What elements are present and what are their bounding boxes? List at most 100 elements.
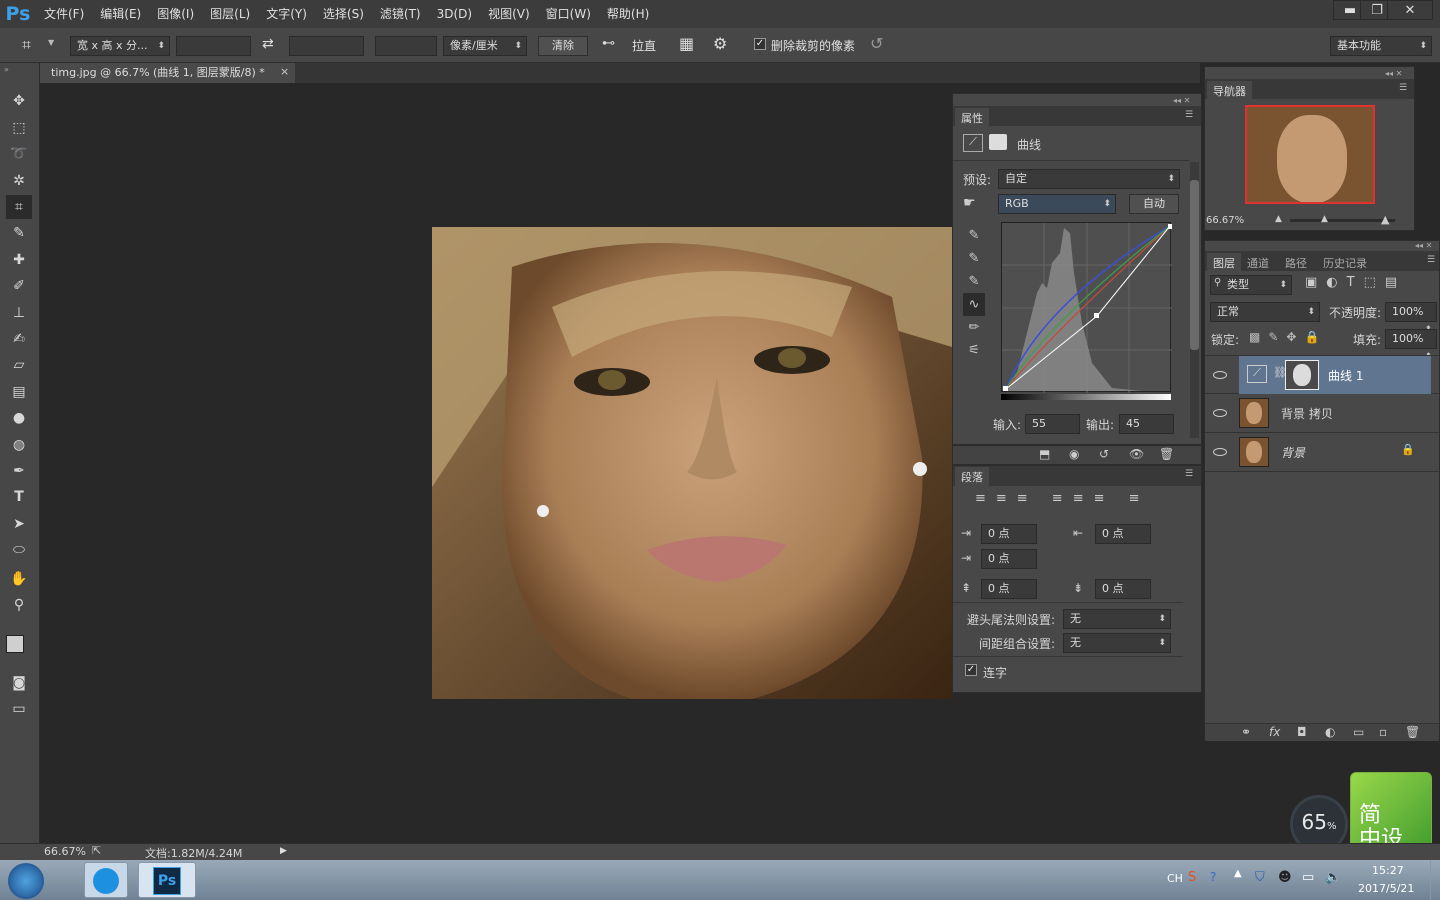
fill-input[interactable]: 100% <box>1385 329 1437 366</box>
menu-view[interactable]: 视图(V) <box>480 0 538 28</box>
visibility-eye-icon[interactable] <box>1213 371 1227 379</box>
portrait-image[interactable] <box>432 227 952 699</box>
adjustment-icon[interactable]: ◐ <box>1325 725 1335 739</box>
history-tab[interactable]: 历史记录 <box>1317 253 1373 273</box>
lasso-tool-icon[interactable]: ➰ <box>6 142 32 166</box>
straighten-icon[interactable]: ⊷ <box>602 36 615 51</box>
close-tab-icon[interactable]: × <box>280 65 289 78</box>
marquee-tool-icon[interactable]: ⬚ <box>6 116 32 140</box>
dodge-icon[interactable]: ◍ <box>6 433 32 457</box>
height-input[interactable] <box>289 36 364 56</box>
menu-layer[interactable]: 图层(L) <box>202 0 258 28</box>
visibility-icon[interactable]: 👁 <box>1129 447 1144 461</box>
link-layers-icon[interactable]: ⚭ <box>1241 725 1251 739</box>
add-mask-icon[interactable]: ◘ <box>1297 725 1307 739</box>
menu-type[interactable]: 文字(Y) <box>258 0 315 28</box>
eyedropper-icon[interactable]: ✎ <box>6 221 32 245</box>
resolution-input[interactable] <box>375 36 437 56</box>
layer-name[interactable]: 背景 拷贝 <box>1281 405 1333 422</box>
hand-tool-icon[interactable]: ✋ <box>6 567 32 591</box>
pen-icon[interactable]: ✒ <box>6 459 32 483</box>
gray-eyedropper-icon[interactable]: ✎ <box>963 247 985 270</box>
quick-mask-icon[interactable]: ◙ <box>6 671 32 695</box>
mask-icon[interactable] <box>989 134 1007 150</box>
clock-time[interactable]: 15:27 <box>1372 864 1404 877</box>
smooth-icon[interactable]: ⚟ <box>963 339 985 362</box>
unit-select[interactable]: 像素/厘米 <box>443 36 527 56</box>
taskbar-app-photoshop[interactable]: Ps <box>138 862 196 898</box>
clip-icon[interactable]: ⬒ <box>1039 447 1050 461</box>
menu-edit[interactable]: 编辑(E) <box>92 0 149 28</box>
reset-icon[interactable]: ↺ <box>870 34 883 53</box>
width-input[interactable] <box>176 36 251 56</box>
qq-icon[interactable]: ☻ <box>1278 870 1292 885</box>
black-eyedropper-icon[interactable]: ✎ <box>963 224 985 247</box>
scrollbar[interactable] <box>1190 162 1199 438</box>
type-tool-icon[interactable]: T <box>6 485 32 509</box>
curve-point-icon[interactable]: ∿ <box>963 293 985 316</box>
properties-tab[interactable]: 属性 <box>955 108 989 128</box>
sogou-icon[interactable]: S <box>1188 870 1196 885</box>
language-indicator[interactable]: CH <box>1167 872 1183 885</box>
zoom-in-icon[interactable]: ▲ <box>1381 213 1389 226</box>
collapse-icon[interactable]: ◂◂ ✕ <box>1173 96 1190 105</box>
menu-file[interactable]: 文件(F) <box>36 0 92 28</box>
zoom-slider[interactable] <box>1290 219 1395 222</box>
paragraph-tab[interactable]: 段落 <box>955 467 989 487</box>
layer-row[interactable]: ⟋ ⛓ 曲线 1 <box>1205 355 1439 394</box>
document-tab[interactable]: timg.jpg @ 66.7% (曲线 1, 图层蒙版/8) * <box>40 63 295 83</box>
filter-icons[interactable]: ▣◐T⬚▤ <box>1305 275 1406 290</box>
taskbar-app-browser[interactable] <box>84 862 128 898</box>
collapse-icon[interactable]: ◂◂ ✕ <box>1415 241 1432 250</box>
status-menu-arrow-icon[interactable]: ▶ <box>280 846 287 856</box>
preset-select[interactable]: 自定 <box>998 169 1180 189</box>
navigator-tab[interactable]: 导航器 <box>1207 81 1252 101</box>
output-field[interactable]: 45 <box>1119 414 1174 434</box>
view-previous-icon[interactable]: ◉ <box>1069 447 1079 461</box>
auto-button[interactable]: 自动 <box>1129 194 1179 214</box>
delete-cropped-checkbox[interactable]: ✓ <box>754 38 766 50</box>
expand-icon[interactable]: » <box>4 65 9 74</box>
pencil-icon[interactable]: ✏ <box>963 316 985 339</box>
panel-menu-icon[interactable]: ☰ <box>1427 255 1435 265</box>
layer-row[interactable]: 背景 🔒 <box>1205 433 1439 472</box>
ellipse-tool-icon[interactable]: ⬭ <box>6 538 32 562</box>
panel-menu-icon[interactable]: ☰ <box>1185 469 1193 479</box>
hand-adjust-icon[interactable]: ☛ <box>963 195 976 211</box>
layers-tab[interactable]: 图层 <box>1207 253 1241 273</box>
blend-mode-select[interactable]: 正常 <box>1210 302 1320 322</box>
zoom-out-icon[interactable]: ▲ <box>1275 214 1282 224</box>
menu-image[interactable]: 图像(I) <box>149 0 202 28</box>
volume-icon[interactable]: 🔈 <box>1325 870 1341 885</box>
grid-overlay-icon[interactable]: ▦ <box>679 34 694 53</box>
visibility-eye-icon[interactable] <box>1213 409 1227 417</box>
eraser-icon[interactable]: ▱ <box>6 353 32 377</box>
white-eyedropper-icon[interactable]: ✎ <box>963 270 985 293</box>
collapse-icon[interactable]: ◂◂ ✕ <box>1385 69 1402 78</box>
new-layer-icon[interactable]: ▫ <box>1379 725 1387 739</box>
alignment-buttons[interactable]: ≡≡≡ ≡≡≡ ≡ <box>975 491 1150 506</box>
ligature-checkbox[interactable]: ✓ <box>965 664 977 676</box>
visibility-eye-icon[interactable] <box>1213 448 1227 456</box>
gear-icon[interactable]: ⚙ <box>713 34 727 53</box>
navigator-zoom[interactable]: 66.67% <box>1206 215 1244 226</box>
share-icon[interactable]: ⇱ <box>92 844 101 857</box>
opacity-input[interactable]: 100% <box>1385 302 1437 339</box>
layer-name[interactable]: 背景 <box>1281 444 1305 461</box>
reset-icon[interactable]: ↺ <box>1099 447 1109 461</box>
zoom-level[interactable]: 66.67% <box>44 845 86 858</box>
ratio-select[interactable]: 宽 x 高 x 分... <box>70 36 170 56</box>
screen-mode-icon[interactable]: ▭ <box>6 697 32 721</box>
close-window-button[interactable]: ✕ <box>1387 0 1433 20</box>
channel-select[interactable]: RGB <box>998 194 1116 214</box>
first-line-indent-input[interactable]: 0 点 <box>981 549 1037 569</box>
layer-name[interactable]: 曲线 1 <box>1328 367 1363 384</box>
zoom-slider-thumb[interactable]: ▲ <box>1321 214 1328 224</box>
layer-row[interactable]: 背景 拷贝 <box>1205 394 1439 433</box>
brush-icon[interactable]: ✐ <box>6 274 32 298</box>
zoom-tool-icon[interactable]: ⚲ <box>6 593 32 617</box>
clock-date[interactable]: 2017/5/21 <box>1358 882 1414 895</box>
show-desktop-button[interactable] <box>1430 860 1440 900</box>
input-field[interactable]: 55 <box>1025 414 1080 434</box>
swap-icon[interactable]: ⇄ <box>262 36 274 52</box>
